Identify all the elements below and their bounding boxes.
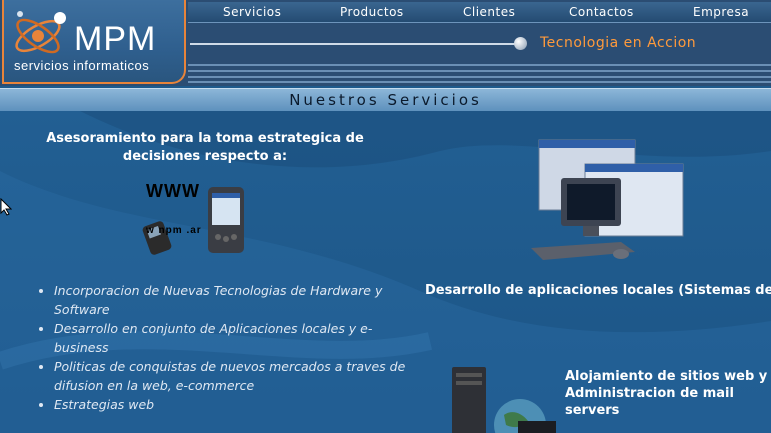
top-nav: Servicios Productos Clientes Contactos E… bbox=[188, 2, 771, 23]
nav-servicios[interactable]: Servicios bbox=[223, 5, 281, 19]
logo-subtitle: servicios informaticos bbox=[14, 58, 150, 73]
development-heading: Desarrollo de aplicaciones locales (Sist… bbox=[425, 283, 771, 298]
nav-productos[interactable]: Productos bbox=[340, 5, 404, 19]
header-stripes bbox=[188, 24, 771, 84]
list-item: Incorporacion de Nuevas Tecnologias de H… bbox=[54, 281, 414, 319]
www-graphic-subtext: w npm .ar bbox=[146, 225, 202, 236]
logo-name: MPM bbox=[74, 20, 157, 58]
logo[interactable]: MPM servicios informaticos bbox=[2, 0, 186, 84]
atom-logo-icon bbox=[15, 11, 66, 54]
section-title-bar: Nuestros Servicios bbox=[0, 88, 771, 112]
header: MPM servicios informaticos Servicios Pro… bbox=[0, 0, 771, 86]
nav-empresa[interactable]: Empresa bbox=[693, 5, 749, 19]
list-item: Politicas de conquistas de nuevos mercad… bbox=[54, 357, 414, 395]
nav-contactos[interactable]: Contactos bbox=[569, 5, 634, 19]
mouse-pointer-icon bbox=[0, 198, 12, 216]
header-divider bbox=[190, 43, 520, 45]
desktop-computer-icon bbox=[531, 139, 684, 260]
nav-clientes[interactable]: Clientes bbox=[463, 5, 515, 19]
hosting-heading: Alojamiento de sitios web y Administraci… bbox=[565, 369, 768, 418]
main-content: Asesoramiento para la toma estrategica d… bbox=[0, 111, 771, 433]
list-item: Desarrollo en conjunto de Aplicaciones l… bbox=[54, 319, 414, 357]
page-title: Nuestros Servicios bbox=[289, 91, 482, 109]
orb-icon bbox=[514, 37, 527, 50]
list-item: Estrategias web bbox=[54, 395, 414, 414]
server-globe-icon bbox=[452, 367, 556, 433]
advisory-heading: Asesoramiento para la toma estrategica d… bbox=[46, 131, 364, 164]
advisory-list: Incorporacion de Nuevas Tecnologias de H… bbox=[18, 281, 414, 414]
www-graphic-text: WWW bbox=[146, 181, 200, 201]
tagline: Tecnologia en Accion bbox=[540, 35, 697, 51]
